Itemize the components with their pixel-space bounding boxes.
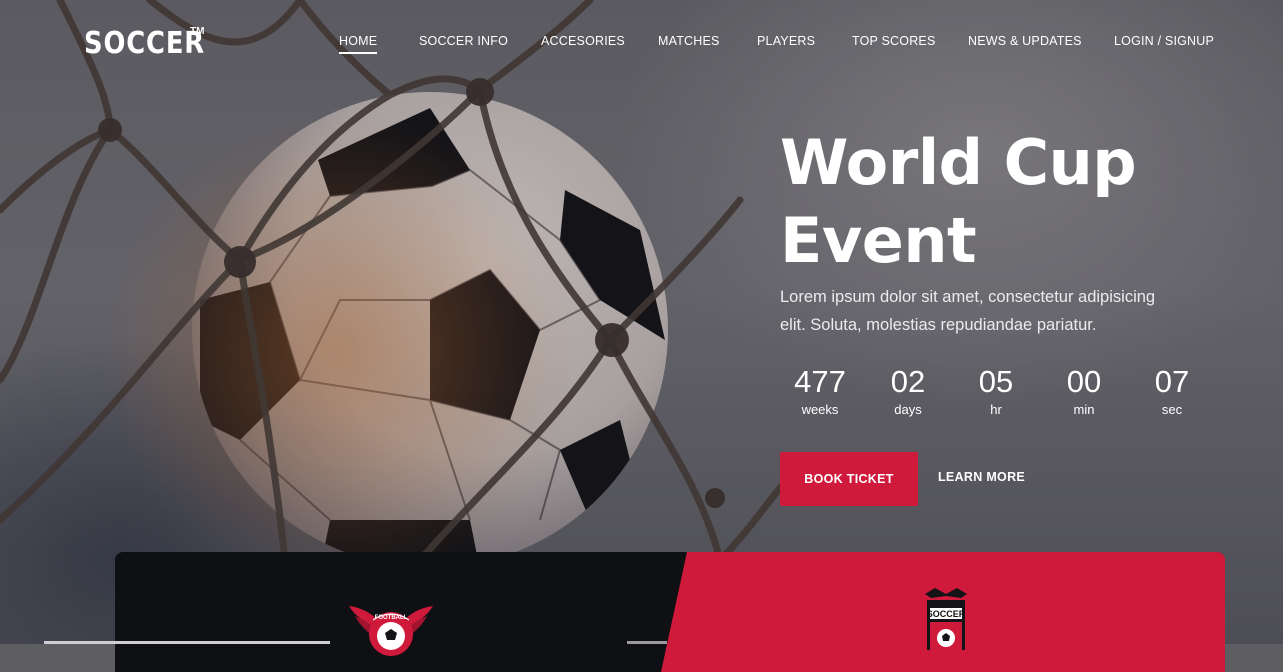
nav-item-login-signup[interactable]: LOGIN / SIGNUP bbox=[1114, 34, 1214, 48]
hero-title-line1: World Cup bbox=[780, 126, 1137, 199]
nav-item-matches[interactable]: MATCHES bbox=[658, 34, 720, 48]
nav-item-soccer-info[interactable]: SOCCER INFO bbox=[419, 34, 508, 48]
countdown-value: 05 bbox=[978, 364, 1014, 399]
book-ticket-button[interactable]: BOOK TICKET bbox=[780, 452, 918, 506]
trademark-mark: TM bbox=[190, 26, 205, 37]
hero-description: Lorem ipsum dolor sit amet, consectetur … bbox=[780, 283, 1220, 339]
match-panel: FOOTBALL SOCCER bbox=[115, 552, 1225, 672]
nav-item-home[interactable]: HOME bbox=[339, 34, 378, 54]
countdown-unit: min bbox=[1073, 402, 1095, 417]
countdown-unit: sec bbox=[1161, 402, 1183, 417]
countdown-hours: 05 hr bbox=[956, 362, 1036, 418]
countdown-unit: hr bbox=[990, 402, 1002, 417]
hero-description-line1: Lorem ipsum dolor sit amet, consectetur … bbox=[780, 288, 1156, 306]
countdown-value: 02 bbox=[890, 364, 926, 399]
countdown-value: 07 bbox=[1154, 364, 1190, 399]
hero-description-line2: elit. Soluta, molestias repudiandae pari… bbox=[780, 316, 1097, 334]
home-badge-text: FOOTBALL bbox=[375, 615, 408, 621]
countdown-unit: days bbox=[894, 402, 922, 417]
hero-title-line2: Event bbox=[780, 204, 977, 277]
countdown-weeks: 477 weeks bbox=[780, 362, 860, 418]
countdown-seconds: 07 sec bbox=[1132, 362, 1212, 418]
nav-item-news-updates[interactable]: NEWS & UPDATES bbox=[968, 34, 1082, 48]
hero-title: World Cup Event bbox=[780, 124, 1240, 280]
nav-item-accesories[interactable]: ACCESORIES bbox=[541, 34, 625, 48]
site-logo[interactable]: SOCCER bbox=[84, 26, 205, 61]
countdown-timer: 477 weeks 02 days 05 hr 00 min 07 sec bbox=[780, 362, 1200, 426]
away-badge-text: SOCCER bbox=[927, 609, 966, 619]
soccer-shield-icon: SOCCER bbox=[925, 588, 967, 650]
nav-item-top-scores[interactable]: TOP SCORES bbox=[852, 34, 936, 48]
nav-item-players[interactable]: PLAYERS bbox=[757, 34, 815, 48]
match-panel-background bbox=[661, 552, 1225, 672]
winged-football-icon: FOOTBALL bbox=[349, 606, 433, 656]
countdown-value: 00 bbox=[1066, 364, 1102, 399]
countdown-value: 477 bbox=[794, 364, 846, 399]
countdown-unit: weeks bbox=[801, 402, 839, 417]
countdown-days: 02 days bbox=[868, 362, 948, 418]
countdown-minutes: 00 min bbox=[1044, 362, 1124, 418]
learn-more-link[interactable]: LEARN MORE bbox=[938, 470, 1025, 484]
